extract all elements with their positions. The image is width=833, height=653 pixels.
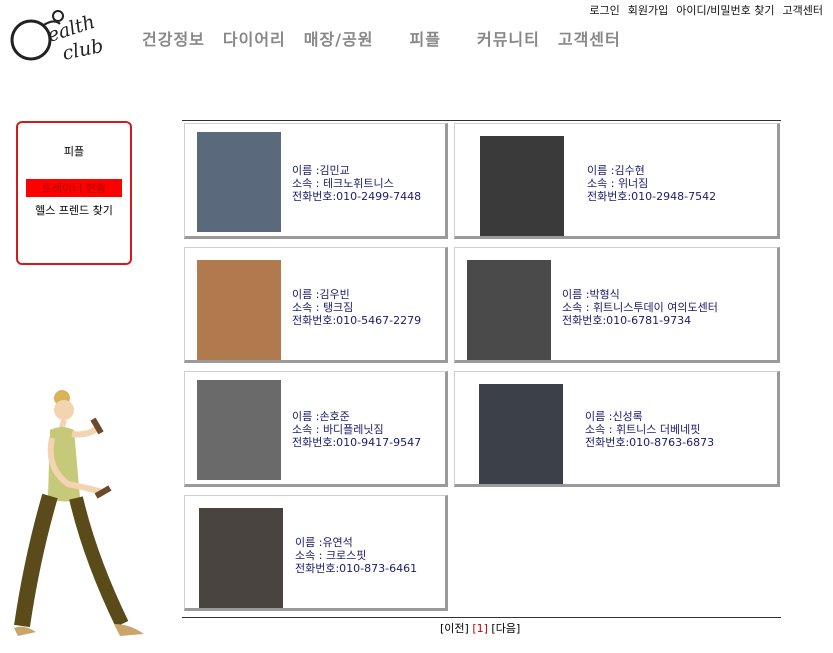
signup-link[interactable]: 회원가입	[628, 2, 668, 18]
customer-center-link[interactable]: 고객센터	[783, 2, 823, 18]
login-link[interactable]: 로그인	[589, 2, 619, 18]
nav-diary[interactable]: 다이어리	[223, 26, 286, 50]
trainer-name: 이름 :유연석	[295, 536, 353, 549]
nav-health-info[interactable]: 건강정보	[142, 26, 205, 50]
trainer-name: 이름 :신성록	[585, 410, 643, 423]
current-page-link[interactable]: [1]	[472, 622, 488, 635]
utility-nav: 로그인 회원가입 아이디/비밀번호 찾기 고객센터	[589, 2, 823, 18]
trainer-phone: 전화번호:010-2499-7448	[292, 190, 422, 203]
trainer-name: 이름 :손호준	[292, 410, 350, 423]
find-account-link[interactable]: 아이디/비밀번호 찾기	[676, 2, 774, 18]
woman-dumbbell-illustration	[14, 390, 144, 636]
trainer-phone: 전화번호:010-6781-9734	[562, 314, 692, 327]
trainer-card[interactable]: 이름 :김민교 소속 : 테크노휘트니스 전화번호:010-2499-7448	[184, 123, 448, 239]
trainer-name: 이름 :박형식	[562, 288, 620, 301]
health-club-logo[interactable]: ealth club	[6, 6, 132, 64]
trainer-card[interactable]: 이름 :박형식 소속 : 휘트니스투데이 여의도센터 전화번호:010-6781…	[454, 247, 780, 363]
pagination: [이전] [1] [다음]	[440, 620, 520, 636]
trainer-phone: 전화번호:010-5467-2279	[292, 314, 422, 327]
trainer-photo	[467, 260, 551, 360]
trainer-photo	[197, 380, 281, 480]
trainer-club: 소속 : 크로스핏	[295, 549, 367, 562]
sidebar-item-find-friend[interactable]: 헬스 프렌드 찾기	[26, 201, 122, 219]
trainer-club: 소속 : 위너짐	[587, 177, 649, 190]
trainer-phone: 전화번호:010-2948-7542	[587, 190, 717, 203]
trainer-phone: 전화번호:010-873-6461	[295, 562, 418, 575]
board-bottom-rule	[182, 617, 781, 618]
trainer-photo	[197, 260, 281, 360]
trainer-name: 이름 :김우빈	[292, 288, 350, 301]
trainer-club: 소속 : 휘트니스 더베네핏	[585, 423, 701, 436]
trainer-card[interactable]: 이름 :손호준 소속 : 바디플레닛짐 전화번호:010-9417-9547	[184, 371, 448, 487]
main-nav: 건강정보 다이어리 매장/공원 피플 커뮤니티 고객센터	[142, 26, 639, 50]
nav-store-park[interactable]: 매장/공원	[304, 26, 374, 50]
trainer-photo	[480, 136, 564, 236]
trainer-club: 소속 : 탱크짐	[292, 301, 354, 314]
board-top-rule	[182, 120, 781, 121]
trainer-phone: 전화번호:010-8763-6873	[585, 436, 715, 449]
nav-customer-center[interactable]: 고객센터	[558, 26, 621, 50]
sidebar-title: 피플	[63, 145, 85, 158]
trainer-photo	[197, 132, 281, 232]
trainer-card[interactable]: 이름 :유연석 소속 : 크로스핏 전화번호:010-873-6461	[184, 495, 448, 611]
next-page-link[interactable]: [다음]	[491, 622, 520, 635]
trainer-photo	[199, 508, 283, 608]
trainer-card[interactable]: 이름 :김수현 소속 : 위너짐 전화번호:010-2948-7542	[454, 123, 780, 239]
trainer-card[interactable]: 이름 :김우빈 소속 : 탱크짐 전화번호:010-5467-2279	[184, 247, 448, 363]
prev-page-link[interactable]: [이전]	[440, 622, 469, 635]
trainer-photo	[479, 384, 563, 484]
nav-people[interactable]: 피플	[410, 26, 441, 50]
trainer-club: 소속 : 휘트니스투데이 여의도센터	[562, 301, 718, 314]
sidebar-item-trainer-status[interactable]: 트레이너 현황	[26, 179, 122, 197]
sidebar: 피플 트레이너 현황 헬스 프렌드 찾기	[16, 121, 132, 265]
trainer-card[interactable]: 이름 :신성록 소속 : 휘트니스 더베네핏 전화번호:010-8763-687…	[454, 371, 780, 487]
trainer-club: 소속 : 바디플레닛짐	[292, 423, 384, 436]
trainer-name: 이름 :김수현	[587, 164, 645, 177]
trainer-phone: 전화번호:010-9417-9547	[292, 436, 422, 449]
trainer-club: 소속 : 테크노휘트니스	[292, 177, 394, 190]
nav-community[interactable]: 커뮤니티	[477, 26, 540, 50]
trainer-name: 이름 :김민교	[292, 164, 350, 177]
